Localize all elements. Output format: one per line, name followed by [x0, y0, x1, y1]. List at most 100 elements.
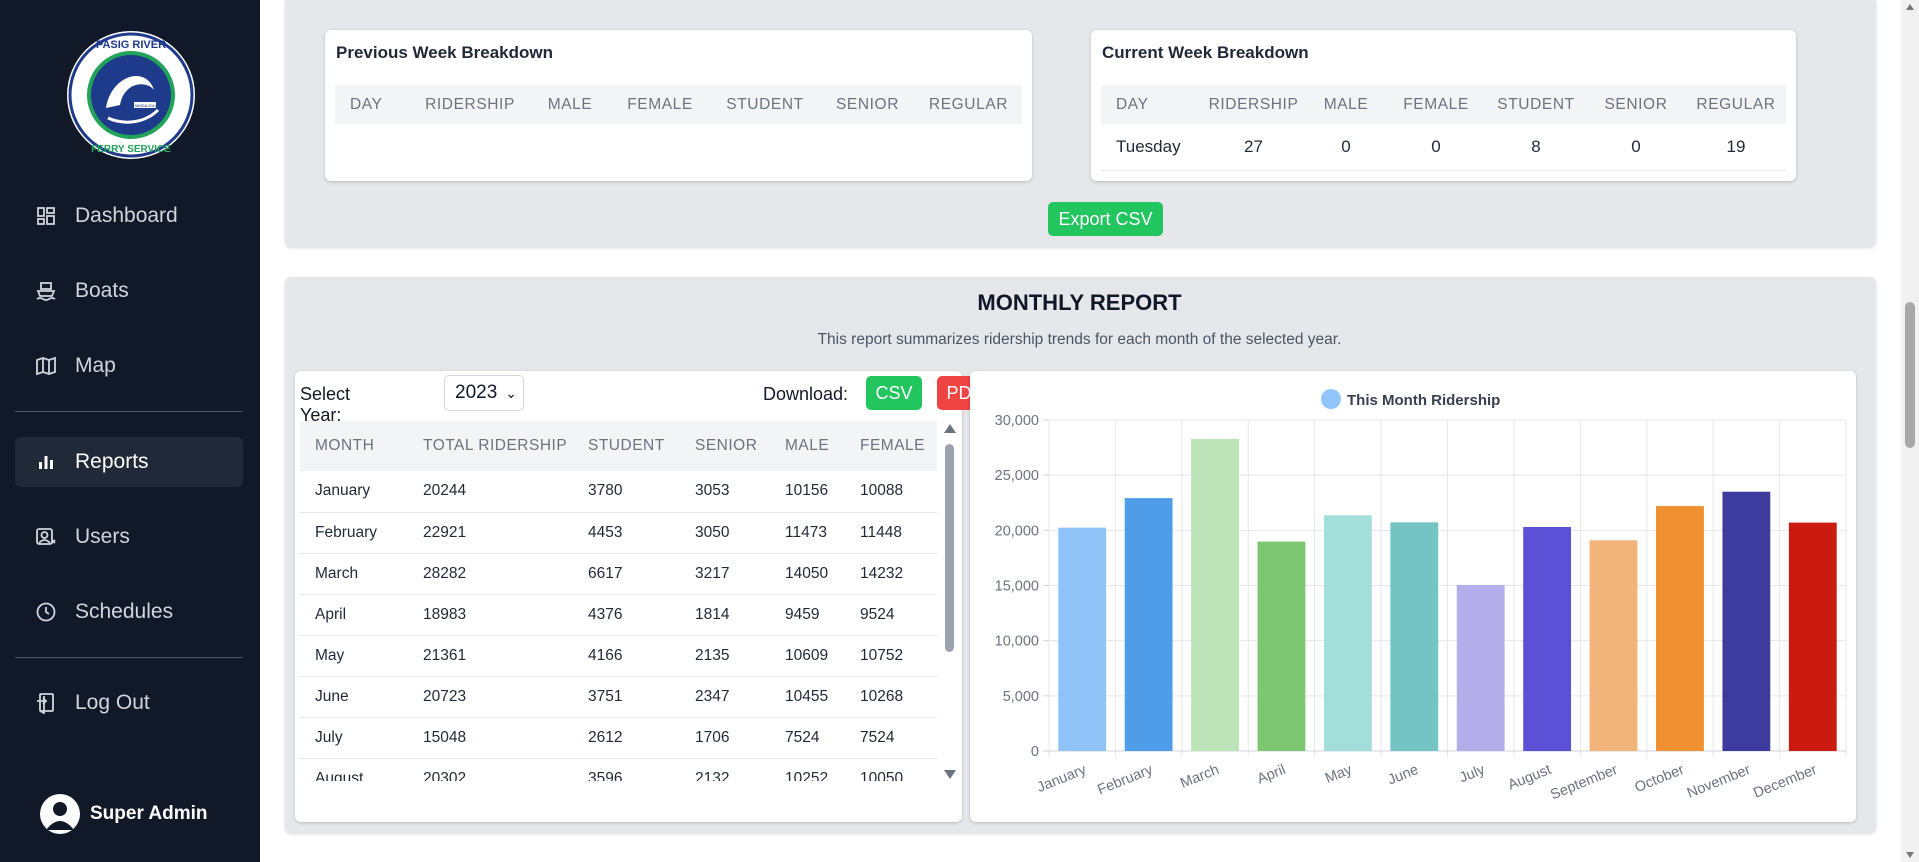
- sidebar-item-dashboard[interactable]: Dashboard: [15, 191, 243, 241]
- sidebar-item-map[interactable]: Map: [15, 341, 243, 391]
- monthly-ridership-chart: This Month Ridership 30,000 25,000 20,000 15…: [995, 389, 1847, 803]
- sidebar-item-logout[interactable]: Log Out: [15, 678, 243, 728]
- y-tick-label: 10,000: [995, 634, 1039, 650]
- bar-chart-icon: [35, 451, 57, 473]
- column-header: SENIOR: [680, 421, 770, 471]
- table-cell: 4166: [573, 635, 680, 677]
- table-cell: 10752: [845, 635, 937, 677]
- table-row: April 18983 4376 1814 9459 9524: [300, 594, 937, 636]
- bar: [1323, 515, 1372, 751]
- table-cell: 10088: [845, 471, 937, 513]
- monthly-table-scroll[interactable]: MONTH TOTAL RIDERSHIP STUDENT SENIOR MAL…: [300, 421, 937, 781]
- previous-week-card: Previous Week Breakdown DAY RIDERSHIP MA…: [325, 30, 1032, 181]
- table-cell: April: [300, 594, 408, 636]
- current-week-card: Current Week Breakdown DAY RIDERSHIP MAL…: [1091, 30, 1796, 181]
- download-csv-button[interactable]: CSV: [866, 376, 922, 410]
- column-header: FEMALE: [845, 421, 937, 471]
- scroll-down-icon[interactable]: [944, 770, 956, 779]
- x-tick-label: March: [1178, 762, 1221, 792]
- page-scrollbar[interactable]: [1901, 0, 1919, 862]
- export-csv-button[interactable]: Export CSV: [1048, 202, 1163, 236]
- table-cell: 7524: [770, 717, 845, 759]
- table-row: July 15048 2612 1706 7524 7524: [300, 717, 937, 759]
- table-row: Tuesday 27 0 0 8 0 19: [1101, 124, 1786, 171]
- previous-week-table: DAY RIDERSHIP MALE FEMALE STUDENT SENIOR…: [335, 85, 1022, 124]
- table-cell: 14050: [770, 553, 845, 595]
- current-week-table: DAY RIDERSHIP MALE FEMALE STUDENT SENIOR…: [1101, 85, 1786, 171]
- table-cell: 2347: [680, 676, 770, 718]
- x-tick-label: April: [1255, 762, 1288, 788]
- x-tick-label: December: [1751, 762, 1819, 802]
- x-tick-label: October: [1633, 762, 1687, 796]
- table-cell: August: [300, 758, 408, 781]
- scroll-up-icon[interactable]: [1906, 4, 1914, 10]
- table-cell: 10252: [770, 758, 845, 781]
- column-header: TOTAL RIDERSHIP: [408, 421, 573, 471]
- sidebar-item-reports[interactable]: Reports: [15, 437, 243, 487]
- table-cell: 10268: [845, 676, 937, 718]
- bar: [1058, 527, 1107, 751]
- users-icon: [35, 526, 57, 548]
- scrollbar-thumb[interactable]: [945, 444, 954, 652]
- table-row: January 20244 3780 3053 10156 10088: [300, 471, 937, 513]
- table-cell: 20723: [408, 676, 573, 718]
- bar: [1456, 584, 1505, 751]
- sidebar-item-label: Reports: [75, 450, 149, 473]
- monthly-report-subtitle: This report summarizes ridership trends …: [817, 331, 1342, 348]
- column-header: REGULAR: [1686, 85, 1786, 124]
- column-header: SENIOR: [1586, 85, 1686, 124]
- selected-year: 2023: [455, 382, 498, 403]
- table-cell: 11473: [770, 512, 845, 554]
- table-cell: 10050: [845, 758, 937, 781]
- column-header: MONTH: [300, 421, 408, 471]
- table-scrollbar[interactable]: [942, 424, 956, 779]
- x-tick-label: September: [1548, 762, 1620, 803]
- page-scrollbar-thumb[interactable]: [1905, 302, 1915, 448]
- sidebar: PASIG RIVER FERRY SERVICE MMDA 2014 Dash…: [0, 0, 260, 862]
- legend-label: This Month Ridership: [1347, 392, 1500, 409]
- column-header: DAY: [335, 85, 410, 124]
- column-header: RIDERSHIP: [1201, 85, 1306, 124]
- table-cell: 0: [1306, 124, 1386, 171]
- bar: [1589, 540, 1638, 751]
- table-cell: 10455: [770, 676, 845, 718]
- scroll-down-icon[interactable]: [1906, 852, 1914, 858]
- bar: [1124, 498, 1173, 751]
- select-year-label: Select Year:: [300, 384, 351, 425]
- previous-week-title: Previous Week Breakdown: [336, 43, 553, 62]
- table-cell: 6617: [573, 553, 680, 595]
- table-cell: January: [300, 471, 408, 513]
- user-profile[interactable]: Super Admin: [40, 794, 208, 834]
- table-row: August 20302 3596 2132 10252 10050: [300, 758, 937, 781]
- table-cell: 8: [1486, 124, 1586, 171]
- column-header: SENIOR: [820, 85, 915, 124]
- map-icon: [35, 355, 57, 377]
- table-row: May 21361 4166 2135 10609 10752: [300, 635, 937, 677]
- table-cell: Tuesday: [1101, 124, 1201, 171]
- table-cell: 3217: [680, 553, 770, 595]
- user-name: Super Admin: [90, 803, 208, 824]
- table-cell: 2135: [680, 635, 770, 677]
- monthly-report-title: MONTHLY REPORT: [977, 290, 1182, 315]
- x-tick-label: June: [1386, 762, 1421, 789]
- table-cell: 11448: [845, 512, 937, 554]
- sidebar-item-boats[interactable]: Boats: [15, 266, 243, 316]
- sidebar-item-label: Schedules: [75, 600, 174, 623]
- table-cell: 20244: [408, 471, 573, 513]
- sidebar-item-schedules[interactable]: Schedules: [15, 587, 243, 637]
- sidebar-item-users[interactable]: Users: [15, 512, 243, 562]
- table-cell: 21361: [408, 635, 573, 677]
- year-select[interactable]: 2023 ⌄: [444, 375, 524, 411]
- table-cell: 10609: [770, 635, 845, 677]
- boat-icon: [35, 280, 57, 302]
- table-cell: 20302: [408, 758, 573, 781]
- dashboard-icon: [35, 205, 57, 227]
- bar: [1788, 522, 1837, 751]
- scroll-up-icon[interactable]: [944, 424, 956, 433]
- x-tick-label: February: [1095, 762, 1155, 799]
- table-cell: 4453: [573, 512, 680, 554]
- column-header: DAY: [1101, 85, 1201, 124]
- column-header: MALE: [770, 421, 845, 471]
- svg-text:FERRY SERVICE: FERRY SERVICE: [91, 144, 171, 155]
- table-cell: 3780: [573, 471, 680, 513]
